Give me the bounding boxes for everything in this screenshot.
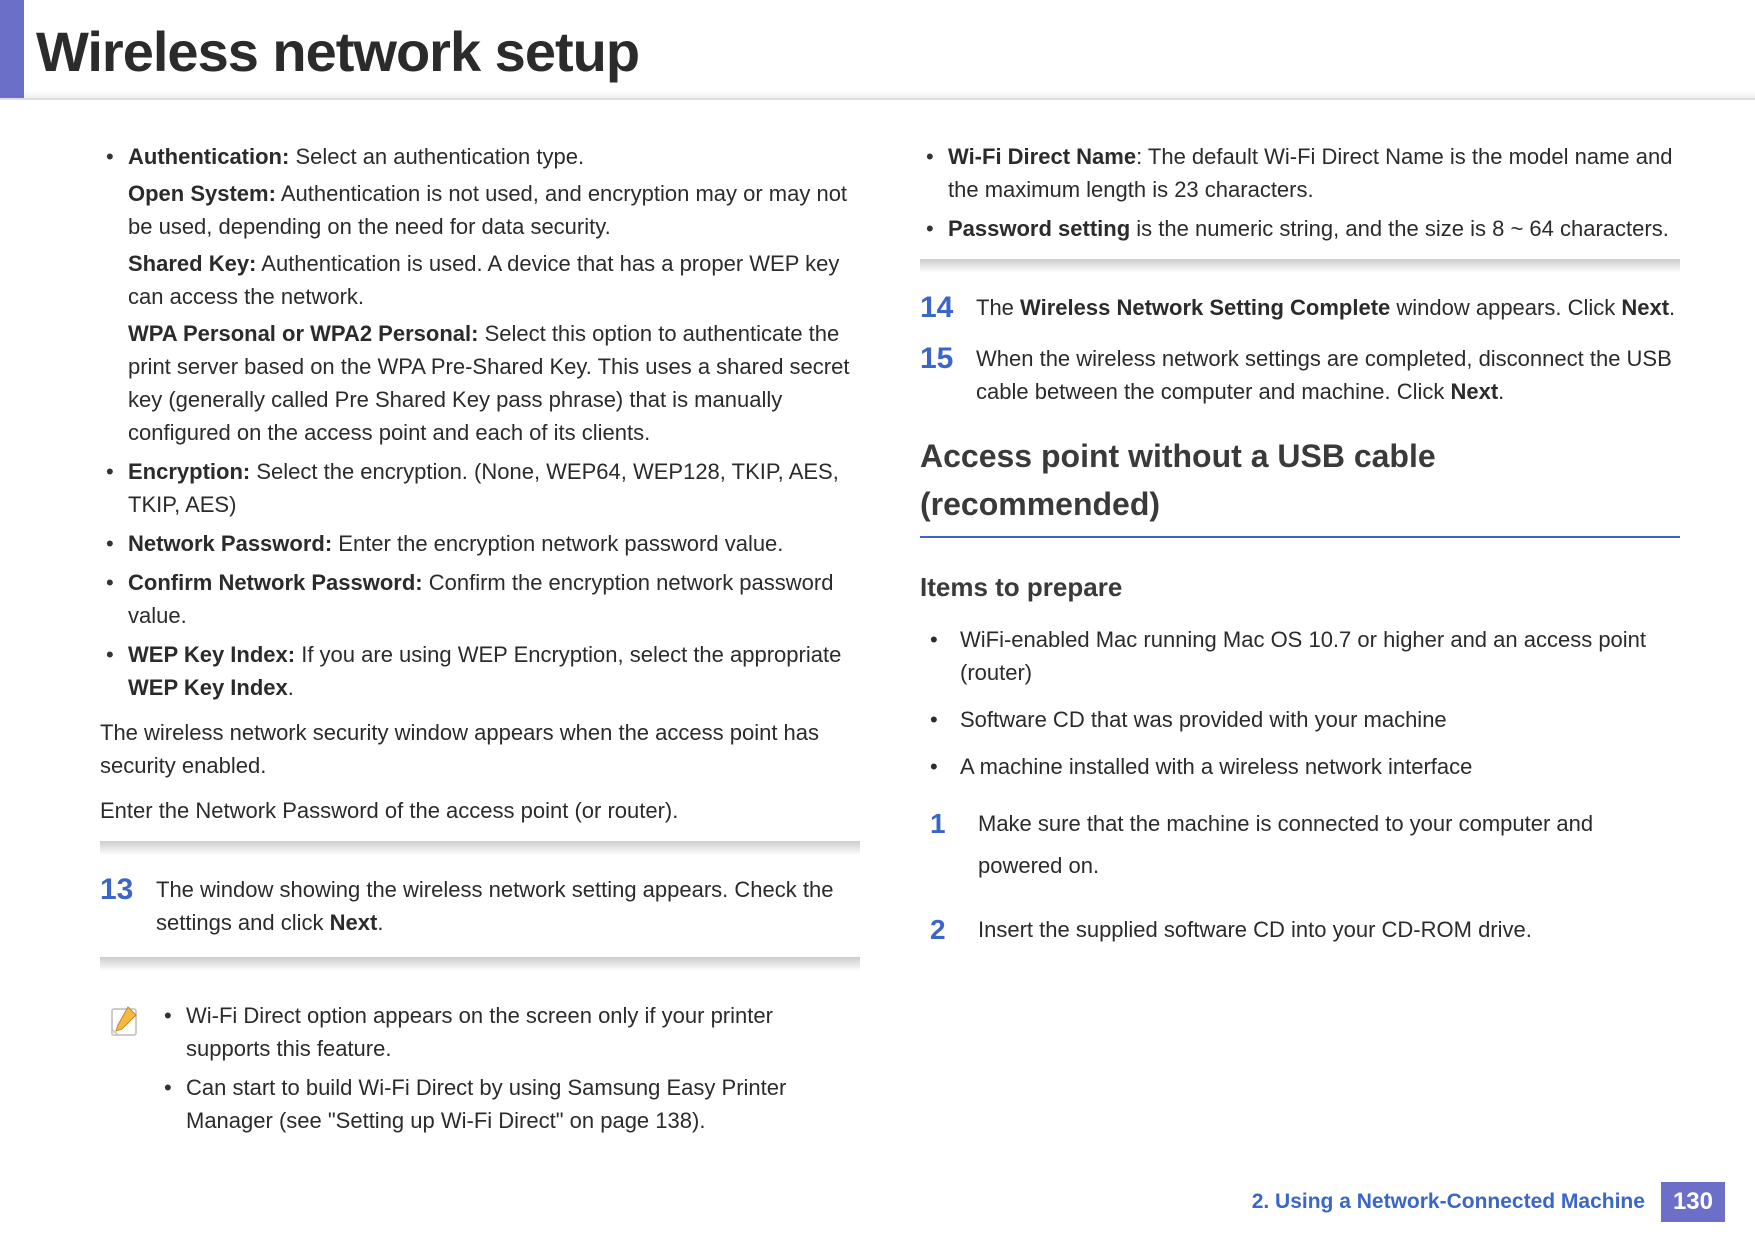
step-body: The window showing the wireless network …: [156, 873, 860, 939]
content-area: Authentication: Select an authentication…: [0, 100, 1755, 1143]
page-footer: 2. Using a Network-Connected Machine 130: [1252, 1182, 1725, 1222]
prepare-item: A machine installed with a wireless netw…: [920, 750, 1680, 783]
prepare-item: Software CD that was provided with your …: [920, 703, 1680, 736]
left-column: Authentication: Select an authentication…: [100, 140, 860, 1143]
pre: When the wireless network settings are c…: [976, 346, 1672, 404]
step-number: 2: [930, 909, 978, 951]
text: Select an authentication type.: [289, 144, 584, 169]
step-2: 2 Insert the supplied software CD into y…: [920, 909, 1680, 951]
bullet-network-password: Network Password: Enter the encryption n…: [100, 527, 860, 560]
prepare-list: WiFi-enabled Mac running Mac OS 10.7 or …: [920, 623, 1680, 783]
label: Encryption:: [128, 459, 250, 484]
label: Open System:: [128, 181, 276, 206]
divider: [100, 957, 860, 971]
mid: window appears. Click: [1390, 295, 1621, 320]
note-icon: [106, 1003, 142, 1039]
sub-shared-key: Shared Key: Authentication is used. A de…: [128, 247, 860, 313]
step-body: When the wireless network settings are c…: [976, 342, 1680, 408]
label: Password setting: [948, 216, 1130, 241]
tail: .: [288, 675, 294, 700]
para-enter-password: Enter the Network Password of the access…: [100, 794, 860, 827]
sub-heading-items-prepare: Items to prepare: [920, 568, 1680, 607]
tail: .: [377, 910, 383, 935]
note-item-1: Wi-Fi Direct option appears on the scree…: [158, 999, 860, 1065]
bold-tail: WEP Key Index: [128, 675, 288, 700]
text-pre: The window showing the wireless network …: [156, 877, 833, 935]
step-15: 15 When the wireless network settings ar…: [920, 342, 1680, 408]
wifi-direct-bullets: Wi-Fi Direct Name: The default Wi-Fi Dir…: [920, 140, 1680, 245]
header-accent: [0, 0, 24, 98]
footer-chapter: 2. Using a Network-Connected Machine: [1252, 1190, 1645, 1214]
right-column: Wi-Fi Direct Name: The default Wi-Fi Dir…: [920, 140, 1680, 1143]
bold: Next: [1450, 379, 1498, 404]
step-number: 15: [920, 342, 976, 408]
note-list: Wi-Fi Direct option appears on the scree…: [158, 999, 860, 1143]
step-body: Make sure that the machine is connected …: [978, 803, 1680, 887]
step-body: The Wireless Network Setting Complete wi…: [976, 291, 1680, 324]
tail: .: [1669, 295, 1675, 320]
bullet-encryption: Encryption: Select the encryption. (None…: [100, 455, 860, 521]
step-number: 14: [920, 291, 976, 324]
link[interactable]: "Setting up Wi-Fi Direct" on page 138: [328, 1108, 692, 1133]
auth-bullet-list: Authentication: Select an authentication…: [100, 140, 860, 704]
tail: ).: [692, 1108, 705, 1133]
bullet-wep-index: WEP Key Index: If you are using WEP Encr…: [100, 638, 860, 704]
pre: The: [976, 295, 1020, 320]
note-box: Wi-Fi Direct option appears on the scree…: [100, 989, 860, 1143]
page-number: 130: [1661, 1182, 1725, 1222]
bold2: Next: [1621, 295, 1669, 320]
bold: Next: [330, 910, 378, 935]
bullet-wifi-direct-name: Wi-Fi Direct Name: The default Wi-Fi Dir…: [920, 140, 1680, 206]
tail: .: [1498, 379, 1504, 404]
bullet-confirm-password: Confirm Network Password: Confirm the en…: [100, 566, 860, 632]
label: WPA Personal or WPA2 Personal:: [128, 321, 478, 346]
page-header: Wireless network setup: [0, 0, 1755, 100]
section-heading-access-point: Access point without a USB cable (recomm…: [920, 432, 1680, 538]
label: Shared Key:: [128, 251, 256, 276]
label: Network Password:: [128, 531, 332, 556]
step-14: 14 The Wireless Network Setting Complete…: [920, 291, 1680, 324]
text: If you are using WEP Encryption, select …: [295, 642, 841, 667]
bullet-password-setting: Password setting is the numeric string, …: [920, 212, 1680, 245]
step-1: 1 Make sure that the machine is connecte…: [920, 803, 1680, 887]
sub-open-system: Open System: Authentication is not used,…: [128, 177, 860, 243]
prepare-item: WiFi-enabled Mac running Mac OS 10.7 or …: [920, 623, 1680, 689]
divider: [100, 841, 860, 855]
page-title: Wireless network setup: [36, 24, 639, 98]
step-13: 13 The window showing the wireless netwo…: [100, 873, 860, 939]
note-item-2: Can start to build Wi-Fi Direct by using…: [158, 1071, 860, 1137]
sub-wpa: WPA Personal or WPA2 Personal: Select th…: [128, 317, 860, 449]
text: Enter the encryption network password va…: [332, 531, 783, 556]
label: Authentication:: [128, 144, 289, 169]
step-number: 1: [930, 803, 978, 887]
step-body: Insert the supplied software CD into you…: [978, 909, 1680, 951]
para-security-window: The wireless network security window app…: [100, 716, 860, 782]
divider: [920, 259, 1680, 273]
bold1: Wireless Network Setting Complete: [1020, 295, 1390, 320]
label: WEP Key Index:: [128, 642, 295, 667]
label: Wi-Fi Direct Name: [948, 144, 1136, 169]
bullet-authentication: Authentication: Select an authentication…: [100, 140, 860, 449]
text: is the numeric string, and the size is 8…: [1130, 216, 1669, 241]
label: Confirm Network Password:: [128, 570, 423, 595]
step-number: 13: [100, 873, 156, 939]
